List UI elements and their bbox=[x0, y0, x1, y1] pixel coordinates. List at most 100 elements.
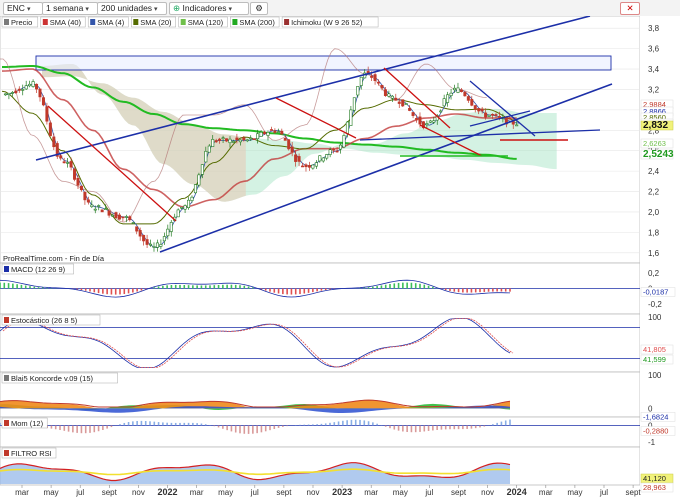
candle-body bbox=[307, 165, 311, 168]
legend-swatch bbox=[133, 19, 139, 25]
candle-body bbox=[263, 131, 267, 135]
legend-swatch bbox=[180, 19, 186, 25]
candle-body bbox=[252, 138, 256, 141]
candle-body bbox=[328, 149, 332, 155]
candle-body bbox=[73, 168, 77, 180]
units-select[interactable]: 200 unidades ▾ bbox=[97, 2, 167, 15]
candle-body bbox=[453, 87, 457, 91]
panel-title-label: FILTRO RSI bbox=[11, 449, 52, 458]
candle-body bbox=[439, 110, 443, 113]
candle-body bbox=[394, 97, 398, 101]
candle-body bbox=[290, 146, 294, 153]
panel-title-swatch bbox=[4, 317, 9, 323]
candle-body bbox=[111, 214, 115, 217]
candle-body bbox=[449, 92, 453, 96]
candle-body bbox=[35, 83, 39, 90]
x-tick-label: may bbox=[567, 488, 582, 497]
candle-body bbox=[187, 199, 191, 208]
candle-body bbox=[456, 87, 460, 93]
candle-body bbox=[114, 212, 118, 219]
candle-body bbox=[24, 85, 28, 90]
candle-body bbox=[245, 139, 249, 142]
panel-title-label: Mom (12) bbox=[11, 419, 44, 428]
macd-y-tick: -0,2 bbox=[648, 300, 662, 309]
candle-body bbox=[190, 196, 194, 201]
candle-body bbox=[473, 105, 477, 110]
panel-title-swatch bbox=[4, 450, 9, 456]
x-tick-label: nov bbox=[307, 488, 320, 497]
legend-label: SMA (40) bbox=[50, 18, 82, 27]
legend-label: Ichimoku (W 9 26 52) bbox=[291, 18, 363, 27]
y-tick-label: 3,4 bbox=[648, 65, 660, 74]
candle-body bbox=[28, 83, 32, 87]
candle-body bbox=[480, 108, 484, 112]
candle-body bbox=[128, 216, 132, 221]
x-tick-label: may bbox=[393, 488, 408, 497]
candle-body bbox=[214, 140, 218, 143]
candle-body bbox=[273, 130, 277, 133]
candle-body bbox=[117, 214, 121, 220]
candle-body bbox=[145, 239, 149, 245]
candle-body bbox=[280, 130, 284, 135]
interval-value: 1 semana bbox=[46, 3, 84, 13]
candle-body bbox=[446, 94, 450, 103]
candle-body bbox=[59, 155, 63, 159]
candle-body bbox=[408, 107, 412, 111]
candle-body bbox=[159, 244, 163, 247]
candle-body bbox=[7, 92, 11, 95]
price-tag-label: 2,832 bbox=[643, 120, 668, 131]
legend-label: SMA (120) bbox=[188, 18, 224, 27]
rsi-value-label: 41,120 bbox=[643, 474, 666, 483]
candle-body bbox=[356, 86, 360, 96]
candle-body bbox=[48, 122, 52, 137]
settings-icon[interactable]: ⚙ bbox=[250, 2, 268, 15]
indicators-label: Indicadores bbox=[182, 3, 227, 13]
x-tick-label: nov bbox=[132, 488, 145, 497]
candle-body bbox=[259, 131, 263, 137]
legend-label: SMA (200) bbox=[239, 18, 275, 27]
x-tick-label: mar bbox=[539, 488, 553, 497]
close-icon[interactable]: ✕ bbox=[620, 2, 640, 15]
source-label: ProRealTime.com - Fin de Día bbox=[3, 254, 105, 263]
candle-body bbox=[349, 109, 353, 126]
indicators-button[interactable]: ⊕ Indicadores ▾ bbox=[169, 2, 249, 15]
candle-body bbox=[325, 154, 329, 159]
candle-body bbox=[235, 137, 239, 141]
candle-body bbox=[491, 113, 495, 116]
symbol-select[interactable]: ENC ▾ bbox=[3, 2, 43, 15]
mom-value-label: -0,2880 bbox=[643, 427, 668, 436]
candle-body bbox=[487, 114, 491, 117]
candle-body bbox=[86, 199, 90, 203]
candle-body bbox=[401, 99, 405, 107]
legend-swatch bbox=[42, 19, 48, 25]
candle-body bbox=[321, 157, 325, 162]
candle-body bbox=[318, 155, 322, 162]
stoch-value-label: 41,805 bbox=[643, 345, 666, 354]
candle-body bbox=[152, 246, 156, 248]
candle-body bbox=[497, 116, 501, 118]
candle-body bbox=[238, 139, 242, 143]
interval-select[interactable]: 1 semana ▾ bbox=[42, 2, 98, 15]
candle-body bbox=[477, 108, 481, 112]
candle-body bbox=[373, 74, 377, 81]
candle-body bbox=[466, 96, 470, 101]
candle-body bbox=[121, 216, 125, 219]
macd-y-tick: 0,2 bbox=[648, 269, 660, 278]
legend-label: SMA (20) bbox=[140, 18, 172, 27]
y-tick-label: 3,8 bbox=[648, 24, 660, 33]
candle-body bbox=[387, 93, 391, 97]
candle-body bbox=[66, 162, 70, 164]
x-tick-label: jul bbox=[75, 488, 84, 497]
x-tick-label: may bbox=[218, 488, 233, 497]
candle-body bbox=[428, 120, 432, 123]
candle-body bbox=[225, 138, 229, 142]
chevron-down-icon: ▾ bbox=[85, 6, 89, 13]
x-tick-label: 2023 bbox=[332, 487, 352, 497]
candle-body bbox=[52, 136, 56, 148]
mom-y-tick: -1 bbox=[648, 438, 656, 447]
candle-body bbox=[242, 137, 246, 141]
y-tick-label: 2,2 bbox=[648, 188, 660, 197]
candle-body bbox=[197, 174, 201, 186]
candle-body bbox=[459, 89, 463, 92]
x-tick-label: 2022 bbox=[157, 487, 177, 497]
